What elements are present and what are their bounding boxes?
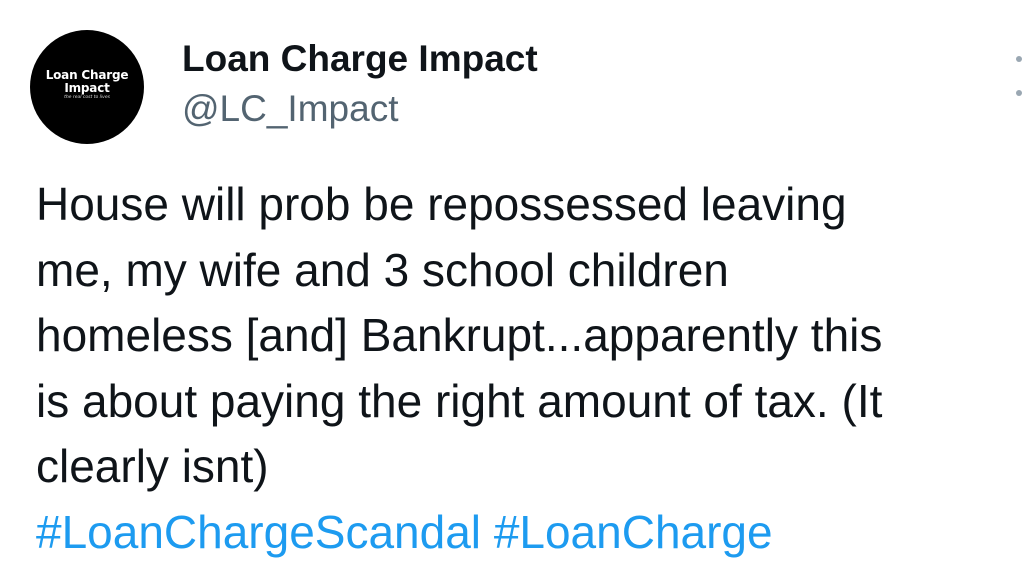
- more-dot: [1016, 90, 1022, 96]
- hashtag-link-loan-charge-scandal[interactable]: #LoanChargeScandal: [36, 506, 481, 558]
- author-handle[interactable]: @LC_Impact: [182, 88, 398, 130]
- tweet-line: clearly isnt): [36, 440, 269, 492]
- tweet-line: homeless [and] Bankrupt...apparently thi…: [36, 309, 883, 361]
- avatar-logo-line2: Impact: [64, 80, 110, 95]
- more-vertical-icon[interactable]: [1011, 56, 1027, 96]
- tweet-line: is about paying the right amount of tax.…: [36, 374, 883, 427]
- more-dot: [1016, 56, 1022, 62]
- hashtag-row: #LoanChargeScandal #LoanCharge: [36, 500, 1021, 566]
- avatar-logo-tagline: the real cost to lives: [64, 95, 110, 101]
- tweet-line: me, my wife and 3 school children: [36, 243, 729, 296]
- avatar-logo-line1: Loan Charge: [45, 68, 129, 83]
- author-display-name[interactable]: Loan Charge Impact: [182, 38, 538, 80]
- hashtag-link-loan-charge[interactable]: #LoanCharge: [494, 506, 773, 558]
- tweet-text: House will prob be repossessed leaving m…: [36, 172, 1021, 565]
- avatar[interactable]: Loan Charge Impact the real cost to live…: [30, 30, 144, 144]
- tweet-line: House will prob be repossessed leaving: [36, 178, 847, 230]
